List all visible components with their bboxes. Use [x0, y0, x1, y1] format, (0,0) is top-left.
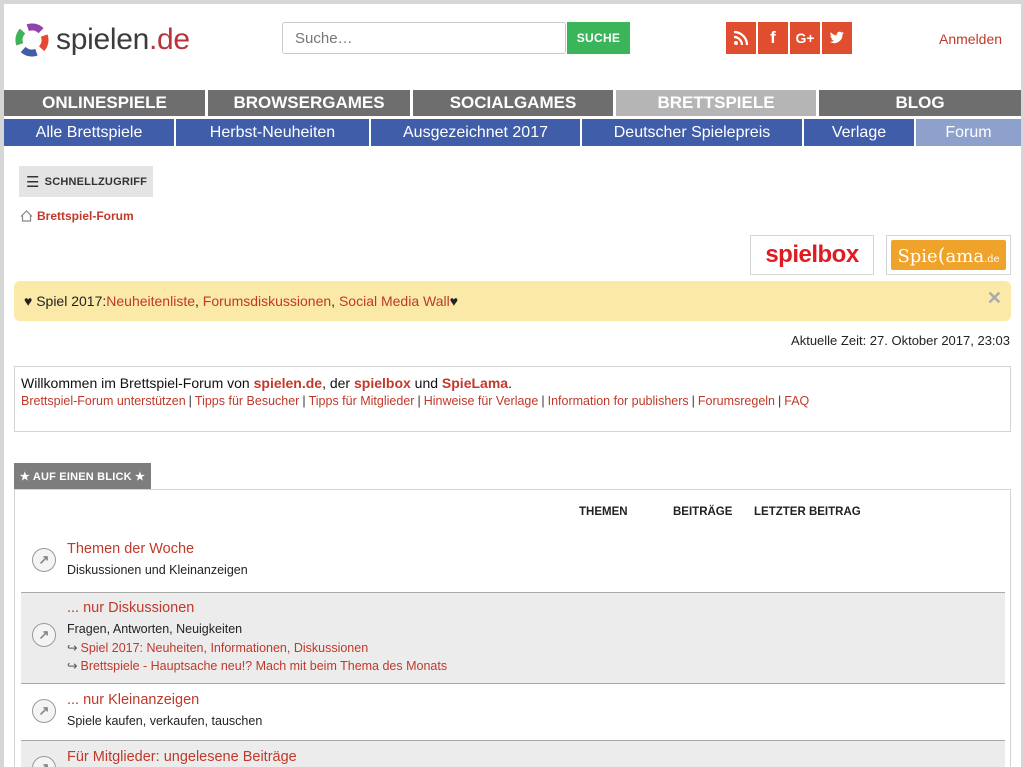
spielama-logo-text-a: Spie: [897, 246, 938, 267]
logo-text: spielen.de: [56, 23, 190, 57]
forum-description: Fragen, Antworten, Neuigkeiten: [67, 622, 243, 636]
column-header-last: LETZTER BEITRAG: [754, 506, 861, 518]
quickaccess-label: SCHNELLZUGRIFF: [44, 175, 148, 188]
link-unterstuetzen[interactable]: Brettspiel-Forum unterstützen: [21, 394, 186, 408]
welcome-text-3: und: [410, 375, 442, 391]
forum-row: ↗ ... nur Diskussionen Fragen, Antworten…: [21, 592, 1005, 683]
search-input[interactable]: [282, 22, 566, 54]
spielama-logo-text-b: ama: [945, 246, 985, 267]
search-button[interactable]: SUCHE: [567, 22, 630, 54]
forum-link-icon: ↗: [32, 548, 56, 572]
subnav-forum[interactable]: Forum: [916, 119, 1021, 146]
home-icon[interactable]: [20, 210, 33, 222]
welcome-text: Willkommen im Brettspiel-Forum von spiel…: [21, 375, 1004, 391]
subforum-link-text: Spiel 2017: Neuheiten, Informationen, Di…: [80, 641, 369, 655]
forum-description: Spiele kaufen, verkaufen, tauschen: [67, 714, 263, 728]
link-tipps-besucher[interactable]: Tipps für Besucher: [195, 394, 299, 408]
page: spielen.de SUCHE f G+ Anmelden ONLINESPI…: [4, 4, 1021, 767]
current-time: Aktuelle Zeit: 27. Oktober 2017, 23:03: [791, 333, 1010, 348]
subforum-link[interactable]: ↪ Brettspiele - Hauptsache neu!? Mach mit…: [67, 658, 447, 673]
forum-row: ↗ ... nur Kleinanzeigen Spiele kaufen, v…: [21, 683, 1005, 740]
nav-socialgames[interactable]: SOCIALGAMES: [413, 90, 613, 116]
subforum-arrow-icon: ↪: [67, 659, 78, 673]
nav-onlinespiele[interactable]: ONLINESPIELE: [4, 90, 205, 116]
close-icon[interactable]: ✕: [987, 288, 1002, 309]
welcome-link-spielama[interactable]: SpieLama: [442, 375, 508, 391]
breadcrumb: Brettspiel-Forum: [20, 209, 134, 223]
welcome-link-spielbox[interactable]: spielbox: [354, 375, 411, 391]
logo-icon: [15, 23, 49, 57]
link-info-publishers[interactable]: Information for publishers: [548, 394, 689, 408]
welcome-text-4: .: [508, 375, 512, 391]
section-tab: ★ AUF EINEN BLICK ★: [14, 463, 151, 489]
spielbox-logo[interactable]: spielbox: [750, 235, 874, 275]
welcome-text-1: Willkommen im Brettspiel-Forum von: [21, 375, 254, 391]
column-header-topics: THEMEN: [579, 506, 628, 518]
subnav-verlage[interactable]: Verlage: [804, 119, 914, 146]
notice-banner: ♥ Spiel 2017: Neuheitenliste, Forumsdisk…: [14, 281, 1011, 321]
link-tipps-mitglieder[interactable]: Tipps für Mitglieder: [309, 394, 415, 408]
subnav-alle-brettspiele[interactable]: Alle Brettspiele: [4, 119, 174, 146]
spielama-logo-box: Spie(ama.de: [891, 240, 1006, 270]
nav-brettspiele[interactable]: BRETTSPIELE: [616, 90, 816, 116]
subforum-link[interactable]: ↪ Spiel 2017: Neuheiten, Informationen, D…: [67, 640, 368, 655]
login-link[interactable]: Anmelden: [939, 31, 1002, 47]
twitter-icon[interactable]: [822, 22, 852, 54]
breadcrumb-forum[interactable]: Brettspiel-Forum: [37, 209, 134, 223]
rss-icon[interactable]: [726, 22, 756, 54]
nav-blog[interactable]: BLOG: [819, 90, 1021, 116]
welcome-box: Willkommen im Brettspiel-Forum von spiel…: [14, 366, 1011, 432]
forum-description: Diskussionen und Kleinanzeigen: [67, 563, 248, 577]
notice-link-neuheitenliste[interactable]: Neuheitenliste: [106, 293, 195, 309]
logo-tld: .de: [148, 23, 190, 56]
spielama-logo[interactable]: Spie(ama.de: [886, 235, 1011, 275]
link-hinweise-verlage[interactable]: Hinweise für Verlage: [424, 394, 539, 408]
main-nav: ONLINESPIELE BROWSERGAMES SOCIALGAMES BR…: [4, 90, 1021, 116]
forum-link-icon: ↗: [32, 623, 56, 647]
google-plus-icon[interactable]: G+: [790, 22, 820, 54]
notice-suffix: ♥: [449, 293, 459, 309]
site-logo[interactable]: spielen.de: [14, 20, 190, 60]
link-forumsregeln[interactable]: Forumsregeln: [698, 394, 775, 408]
forum-row: ↗ Themen der Woche Diskussionen und Klei…: [21, 535, 1005, 592]
welcome-links: Brettspiel-Forum unterstützen | Tipps für …: [21, 394, 810, 408]
link-faq[interactable]: FAQ: [784, 394, 809, 408]
forum-title[interactable]: ... nur Diskussionen: [67, 600, 194, 616]
menu-icon: ☰: [26, 173, 40, 191]
forum-link-icon: ↗: [32, 756, 56, 767]
forum-link-icon: ↗: [32, 699, 56, 723]
subforum-arrow-icon: ↪: [67, 641, 78, 655]
spielama-logo-text-c: .de: [984, 254, 1000, 265]
social-links: f G+: [726, 22, 852, 54]
welcome-text-2: , der: [322, 375, 354, 391]
forum-title[interactable]: ... nur Kleinanzeigen: [67, 692, 199, 708]
forum-row: ↗ Für Mitglieder: ungelesene Beiträge: [21, 740, 1005, 767]
site-header: spielen.de SUCHE f G+ Anmelden: [4, 4, 1021, 90]
notice-prefix: ♥ Spiel 2017:: [24, 293, 107, 309]
nav-browsergames[interactable]: BROWSERGAMES: [208, 90, 410, 116]
notice-link-social-wall[interactable]: Social Media Wall: [339, 293, 450, 309]
subnav-spielepreis[interactable]: Deutscher Spielepreis: [582, 119, 802, 146]
facebook-icon[interactable]: f: [758, 22, 788, 54]
spielbox-logo-text: spielbox: [765, 241, 859, 268]
forum-title[interactable]: Für Mitglieder: ungelesene Beiträge: [67, 749, 297, 765]
sub-nav: Alle Brettspiele Herbst-Neuheiten Ausgez…: [4, 119, 1021, 146]
column-header-posts: BEITRÄGE: [673, 506, 733, 518]
welcome-link-spielen[interactable]: spielen.de: [254, 375, 322, 391]
notice-link-forumsdiskussionen[interactable]: Forumsdiskussionen: [203, 293, 331, 309]
subforum-link-text: Brettspiele - Hauptsache neu!? Mach mit …: [80, 659, 448, 673]
quickaccess-button[interactable]: ☰ SCHNELLZUGRIFF: [19, 166, 153, 197]
subnav-herbst-neuheiten[interactable]: Herbst-Neuheiten: [176, 119, 369, 146]
subnav-ausgezeichnet[interactable]: Ausgezeichnet 2017: [371, 119, 580, 146]
forum-title[interactable]: Themen der Woche: [67, 541, 194, 557]
logo-name: spielen: [56, 23, 149, 56]
forum-list: THEMEN BEITRÄGE LETZTER BEITRAG ↗ Themen…: [14, 489, 1011, 767]
